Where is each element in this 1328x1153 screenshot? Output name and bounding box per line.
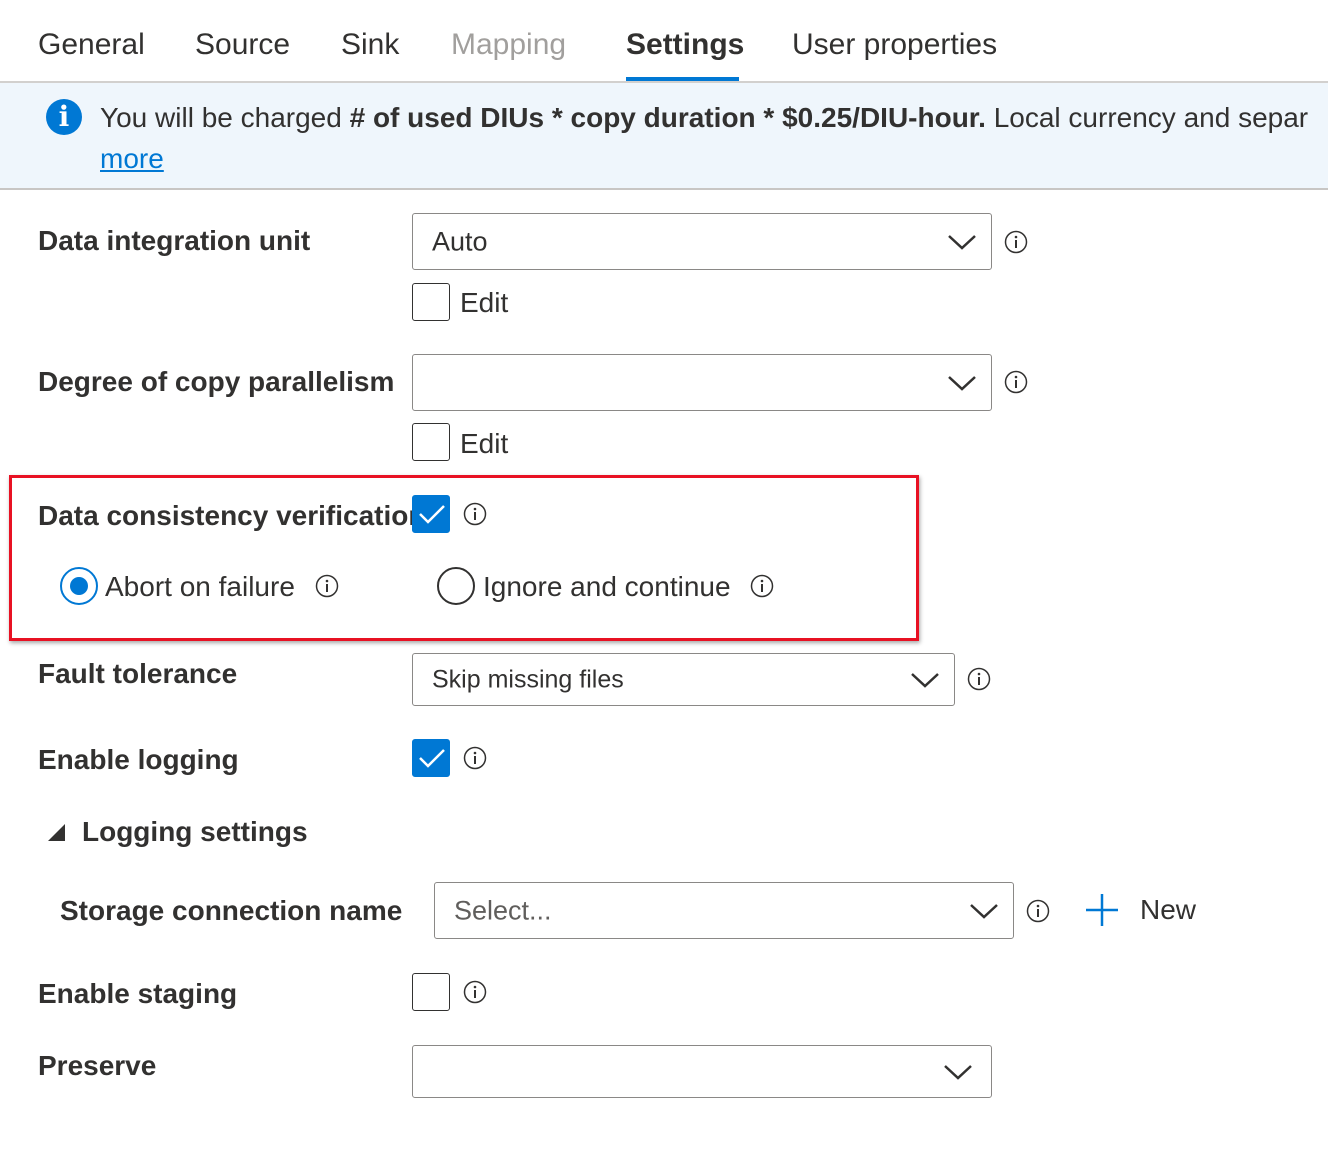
diu-value: Auto	[432, 226, 488, 256]
enable-staging-checkbox[interactable]	[412, 973, 450, 1011]
info-icon[interactable]	[1026, 899, 1050, 923]
parallelism-dropdown[interactable]	[412, 354, 992, 411]
parallelism-label: Degree of copy parallelism	[38, 366, 395, 397]
checkmark-icon	[419, 749, 445, 768]
chevron-down-icon	[948, 234, 976, 250]
tab-settings[interactable]: Settings	[626, 28, 744, 62]
info-icon[interactable]	[463, 746, 487, 770]
tab-bar: General Source Sink Mapping Settings Use…	[0, 0, 1328, 83]
learn-more-link[interactable]: more	[100, 143, 164, 175]
tab-general[interactable]: General	[38, 28, 145, 62]
parallelism-edit-label: Edit	[460, 428, 509, 459]
ignore-and-continue-label: Ignore and continue	[483, 571, 731, 602]
tab-source[interactable]: Source	[195, 28, 290, 62]
info-icon[interactable]	[1004, 230, 1028, 254]
active-tab-indicator	[626, 77, 739, 81]
chevron-down-icon	[944, 1064, 972, 1080]
abort-on-failure-label: Abort on failure	[105, 571, 295, 602]
fault-tolerance-label: Fault tolerance	[38, 658, 238, 689]
consistency-checkbox[interactable]	[412, 495, 450, 533]
storage-connection-placeholder: Select...	[454, 895, 552, 925]
info-icon[interactable]	[1004, 370, 1028, 394]
info-icon[interactable]	[750, 574, 774, 598]
storage-connection-dropdown[interactable]: Select...	[434, 882, 1014, 939]
new-button-label: New	[1140, 894, 1197, 925]
preserve-dropdown[interactable]	[412, 1045, 992, 1098]
enable-logging-label: Enable logging	[38, 744, 239, 775]
info-icon[interactable]	[463, 502, 487, 526]
storage-connection-label: Storage connection name	[60, 895, 403, 926]
preserve-label: Preserve	[38, 1050, 157, 1081]
checkmark-icon	[419, 505, 445, 524]
ignore-and-continue-radio[interactable]	[437, 567, 475, 605]
collapse-triangle-icon[interactable]	[48, 824, 65, 841]
fault-tolerance-dropdown[interactable]: Skip missing files	[412, 653, 955, 706]
info-icon[interactable]	[315, 574, 339, 598]
diu-edit-checkbox[interactable]	[412, 283, 450, 321]
fault-tolerance-value: Skip missing files	[432, 665, 624, 693]
enable-staging-label: Enable staging	[38, 978, 238, 1009]
tab-user-properties[interactable]: User properties	[792, 28, 997, 62]
info-icon[interactable]	[463, 980, 487, 1004]
chevron-down-icon	[970, 903, 998, 919]
diu-edit-label: Edit	[460, 287, 509, 318]
diu-dropdown[interactable]: Auto	[412, 213, 992, 270]
parallelism-edit-checkbox[interactable]	[412, 423, 450, 461]
tab-sink[interactable]: Sink	[341, 28, 399, 62]
banner-text: You will be charged # of used DIUs * cop…	[100, 102, 1309, 133]
chevron-down-icon	[948, 375, 976, 391]
info-icon[interactable]	[967, 667, 991, 691]
diu-label: Data integration unit	[38, 225, 311, 256]
info-icon: i	[46, 99, 82, 135]
chevron-down-icon	[911, 672, 939, 688]
abort-on-failure-radio[interactable]	[60, 567, 98, 605]
new-connection-button[interactable]: New	[1084, 890, 1234, 930]
tab-mapping[interactable]: Mapping	[451, 28, 566, 62]
enable-logging-checkbox[interactable]	[412, 739, 450, 777]
plus-icon	[1086, 894, 1118, 926]
pricing-info-banner: i You will be charged # of used DIUs * c…	[0, 83, 1328, 190]
consistency-label: Data consistency verification	[38, 500, 426, 531]
logging-settings-label[interactable]: Logging settings	[82, 816, 308, 848]
